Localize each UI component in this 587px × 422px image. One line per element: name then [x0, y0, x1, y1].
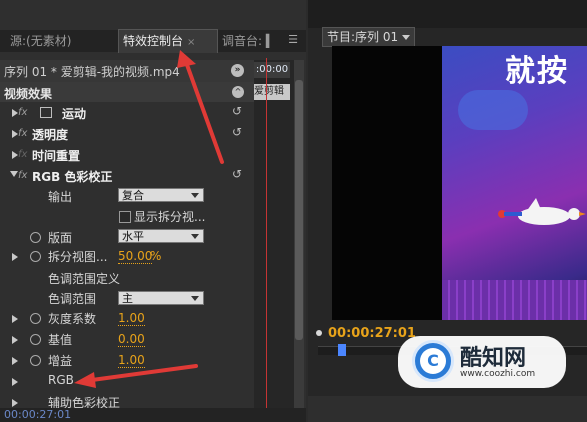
annotation-arrows [74, 50, 224, 388]
